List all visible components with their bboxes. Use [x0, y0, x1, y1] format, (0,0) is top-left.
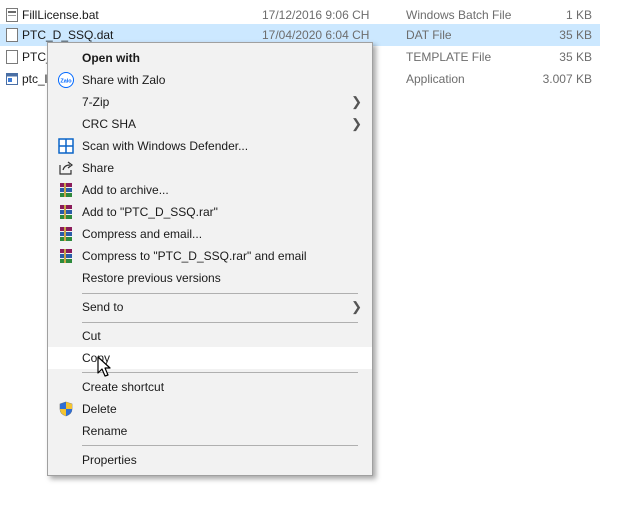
menu-item-create-shortcut[interactable]: Create shortcut	[48, 376, 372, 398]
zalo-badge-text: Zalo	[60, 79, 72, 85]
menu-item-open-with[interactable]: Open with	[48, 47, 372, 69]
menu-item-crc-sha[interactable]: CRC SHA ❯	[48, 113, 372, 135]
context-menu: Open with Zalo Share with Zalo 7-Zip ❯ C…	[47, 42, 373, 476]
menu-item-send-to[interactable]: Send to ❯	[48, 296, 372, 318]
winrar-books-icon	[60, 249, 72, 263]
file-name: ptc_l	[22, 72, 48, 86]
menu-item-compress-and-email[interactable]: Compress and email...	[48, 223, 372, 245]
menu-item-label: Cut	[82, 329, 101, 343]
menu-item-scan-defender[interactable]: Scan with Windows Defender...	[48, 135, 372, 157]
file-size: 1 KB	[565, 8, 592, 22]
zalo-icon: Zalo	[58, 72, 74, 88]
file-type: TEMPLATE File	[406, 50, 492, 64]
winrar-books-icon	[60, 183, 72, 197]
menu-item-label: Add to "PTC_D_SSQ.rar"	[82, 205, 218, 219]
menu-separator	[82, 445, 358, 446]
file-name: PTC_D_SSQ.dat	[22, 28, 114, 42]
menu-item-share-with-zalo[interactable]: Zalo Share with Zalo	[48, 69, 372, 91]
file-type: Application	[406, 72, 465, 86]
uac-shield-icon	[59, 401, 73, 417]
file-size: 35 KB	[559, 50, 592, 64]
file-date: 17/04/2020 6:04 CH	[262, 28, 370, 42]
menu-item-label: Open with	[82, 51, 140, 65]
file-date: 17/12/2016 9:06 CH	[262, 8, 370, 22]
menu-item-label: Share	[82, 161, 115, 175]
menu-item-label: Properties	[82, 453, 137, 467]
menu-item-7zip[interactable]: 7-Zip ❯	[48, 91, 372, 113]
menu-item-restore-previous-versions[interactable]: Restore previous versions	[48, 267, 372, 289]
menu-item-label: Restore previous versions	[82, 271, 221, 285]
menu-item-rename[interactable]: Rename	[48, 420, 372, 442]
chevron-right-icon: ❯	[351, 116, 362, 131]
menu-item-add-to-rar[interactable]: Add to "PTC_D_SSQ.rar"	[48, 201, 372, 223]
menu-item-label: Compress and email...	[82, 227, 203, 241]
application-icon	[6, 73, 18, 85]
chevron-right-icon: ❯	[351, 94, 362, 109]
menu-item-label: CRC SHA	[82, 117, 137, 131]
winrar-books-icon	[60, 205, 72, 219]
menu-item-share[interactable]: Share	[48, 157, 372, 179]
file-type: Windows Batch File	[406, 8, 512, 22]
template-file-icon	[6, 50, 18, 64]
menu-item-label: Compress to "PTC_D_SSQ.rar" and email	[82, 249, 307, 263]
batch-file-icon	[6, 8, 18, 22]
winrar-books-icon	[60, 227, 72, 241]
menu-item-compress-rar-and-email[interactable]: Compress to "PTC_D_SSQ.rar" and email	[48, 245, 372, 267]
menu-item-properties[interactable]: Properties	[48, 449, 372, 471]
menu-item-cut[interactable]: Cut	[48, 325, 372, 347]
menu-item-label: Send to	[82, 300, 124, 314]
menu-item-add-to-archive[interactable]: Add to archive...	[48, 179, 372, 201]
menu-item-label: Create shortcut	[82, 380, 165, 394]
file-size: 3.007 KB	[542, 72, 592, 86]
file-type: DAT File	[406, 28, 452, 42]
menu-item-label: Delete	[82, 402, 117, 416]
menu-item-label: Scan with Windows Defender...	[82, 139, 249, 153]
share-icon	[59, 161, 73, 175]
file-name: FillLicense.bat	[22, 8, 99, 22]
file-size: 35 KB	[559, 28, 592, 42]
menu-separator	[82, 322, 358, 323]
dat-file-icon	[6, 28, 18, 42]
menu-item-delete[interactable]: Delete	[48, 398, 372, 420]
menu-item-label: 7-Zip	[82, 95, 110, 109]
menu-separator	[82, 372, 358, 373]
menu-item-label: Share with Zalo	[82, 73, 166, 87]
mouse-pointer-icon	[97, 356, 111, 377]
chevron-right-icon: ❯	[351, 299, 362, 314]
menu-separator	[82, 293, 358, 294]
menu-item-label: Add to archive...	[82, 183, 169, 197]
windows-defender-icon	[58, 138, 74, 154]
menu-item-label: Rename	[82, 424, 128, 438]
file-row-filllicense[interactable]: FillLicense.bat 17/12/2016 9:06 CH Windo…	[0, 4, 600, 26]
